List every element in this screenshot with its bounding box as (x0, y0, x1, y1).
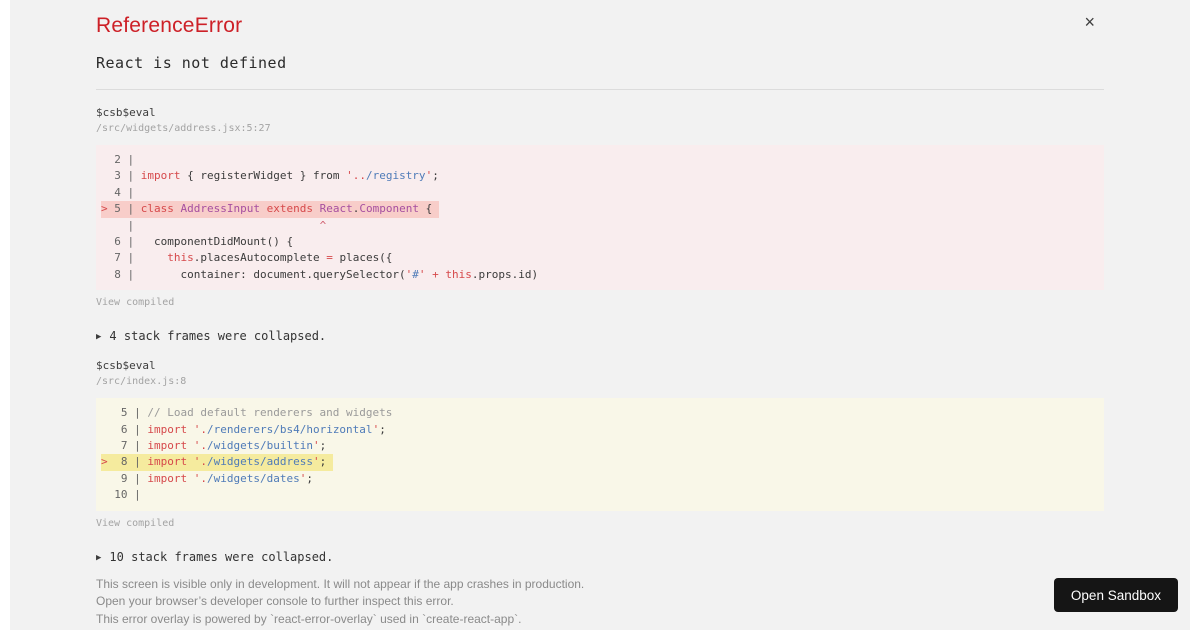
frame-location: /src/index.js:8 (96, 376, 187, 388)
close-icon[interactable]: × (1084, 13, 1095, 31)
collapsed-frames-label: 10 stack frames were collapsed. (109, 549, 334, 564)
collapsed-frames-label: 4 stack frames were collapsed. (109, 329, 327, 344)
code-frame: 5 | // Load default renderers and widget… (96, 398, 1104, 511)
footer-note: Open your browser’s developer console to… (96, 594, 454, 609)
divider (96, 89, 1104, 90)
frame-function-name: $csb$eval (96, 359, 156, 373)
stack-frame: $csb$eval /src/widgets/address.jsx:5:27 … (96, 106, 1104, 308)
error-message: React is not defined (96, 54, 287, 72)
collapsed-frames-toggle[interactable]: ▶ 4 stack frames were collapsed. (96, 329, 326, 343)
error-title: ReferenceError (96, 14, 243, 37)
triangle-right-icon: ▶ (96, 332, 102, 343)
stack-frame: $csb$eval /src/index.js:8 5 | // Load de… (96, 359, 1104, 529)
triangle-right-icon: ▶ (96, 552, 102, 563)
frame-location: /src/widgets/address.jsx:5:27 (96, 123, 271, 134)
view-compiled-link[interactable]: View compiled (96, 518, 174, 529)
code-frame: 2 | 3 | import { registerWidget } from '… (96, 145, 1104, 291)
open-sandbox-button[interactable]: Open Sandbox (1053, 578, 1178, 612)
view-compiled-link[interactable]: View compiled (96, 297, 174, 308)
footer-note: This error overlay is powered by `react-… (96, 611, 522, 626)
error-overlay: ReferenceError × React is not defined $c… (10, 0, 1190, 630)
collapsed-frames-toggle[interactable]: ▶ 10 stack frames were collapsed. (96, 550, 333, 564)
frame-function-name: $csb$eval (96, 106, 156, 119)
footer-note: This screen is visible only in developme… (96, 576, 585, 591)
footer-notes: This screen is visible only in developme… (96, 576, 1104, 629)
